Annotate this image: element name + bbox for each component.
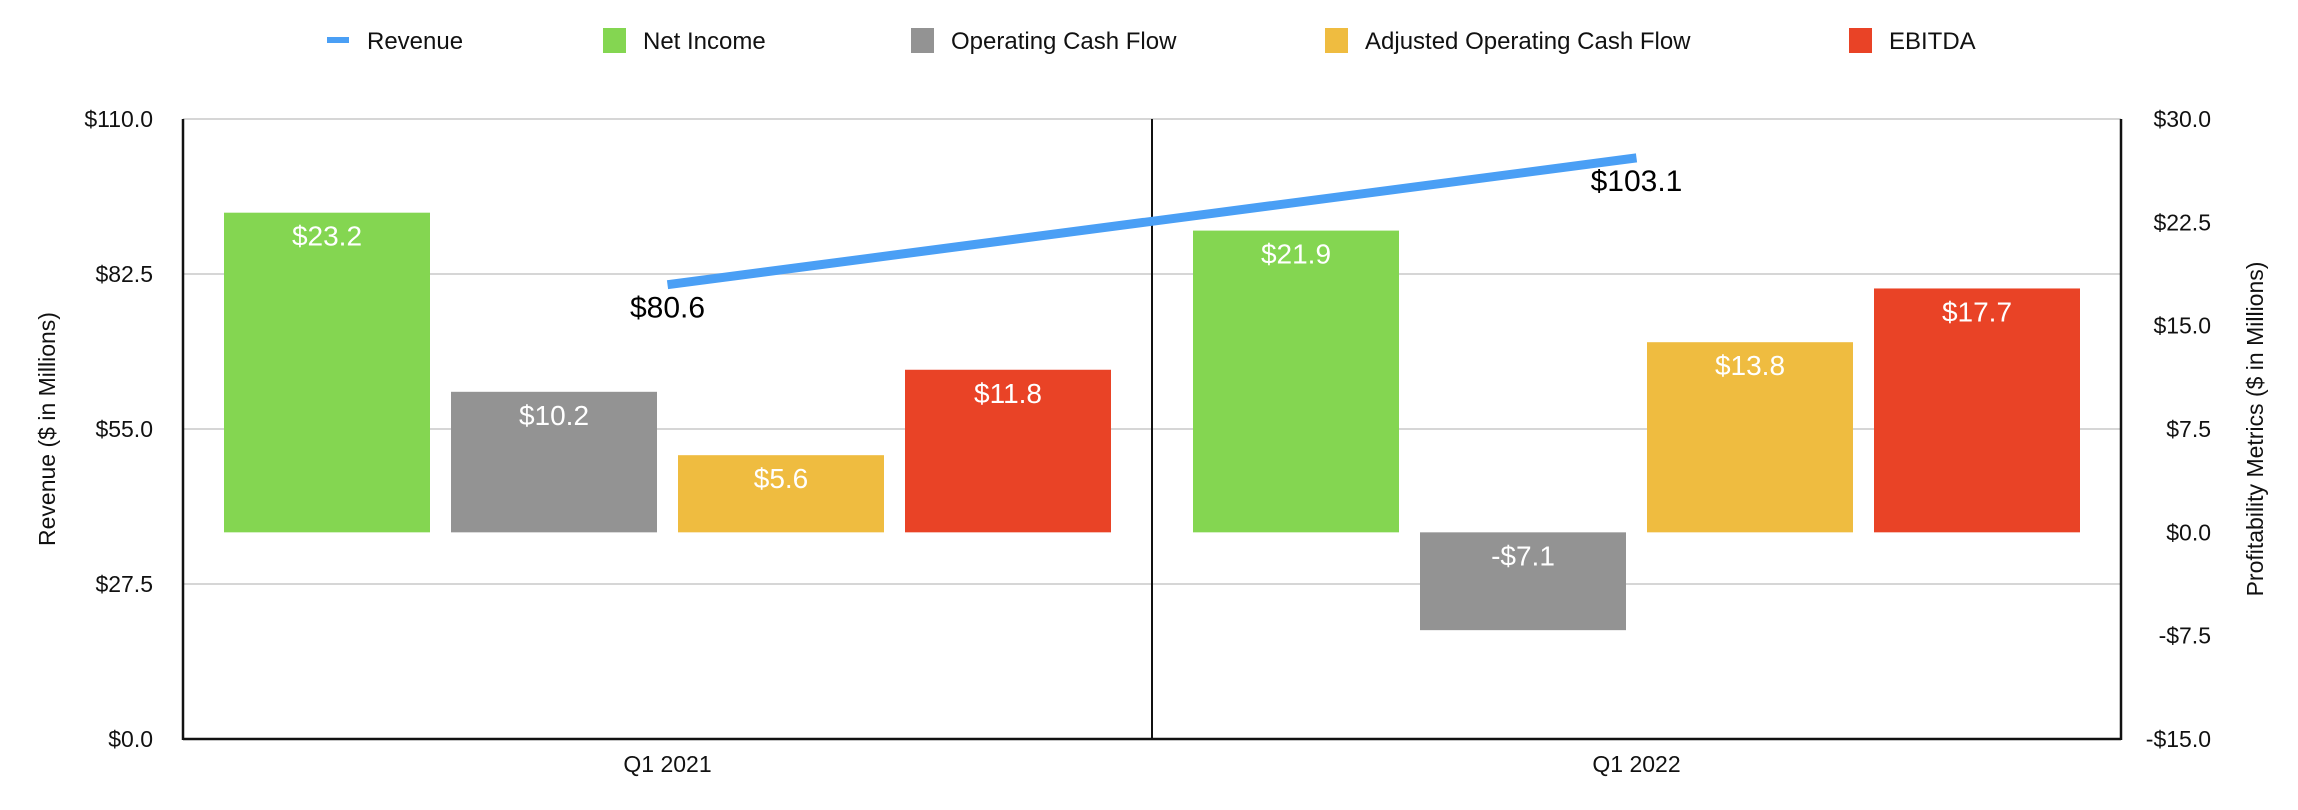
legend-swatch: [603, 28, 626, 53]
legend-label: Adjusted Operating Cash Flow: [1365, 28, 1691, 55]
bar-data-label: $21.9: [1261, 239, 1331, 270]
right-axis-title: Profitability Metrics ($ in Millions): [2242, 262, 2268, 597]
right-tick-label: $15.0: [2153, 313, 2211, 339]
legend-item-operating-cash-flow[interactable]: Operating Cash Flow: [911, 28, 1177, 55]
bar-data-label: $5.6: [754, 463, 809, 494]
bar-data-label: $11.8: [974, 378, 1042, 409]
right-tick-label: $22.5: [2153, 209, 2211, 235]
legend-label: Operating Cash Flow: [951, 28, 1177, 55]
right-tick-label: -$15.0: [2146, 726, 2211, 752]
bar-data-label: $13.8: [1715, 350, 1785, 381]
revenue-data-label: $103.1: [1591, 165, 1683, 198]
legend: Revenue Net Income Operating Cash Flow Adju…: [327, 28, 1976, 55]
left-tick-label: $110.0: [84, 106, 153, 132]
right-tick-label: $30.0: [2153, 106, 2211, 132]
legend-item-net-income[interactable]: Net Income: [603, 28, 766, 55]
legend-item-adjusted-operating-cash-flow[interactable]: Adjusted Operating Cash Flow: [1325, 28, 1691, 55]
right-tick-label: $7.5: [2166, 416, 2211, 442]
legend-swatch: [911, 28, 934, 53]
revenue-line-group: $80.6 $103.1: [630, 153, 1683, 325]
bar-net-income: [1193, 230, 1399, 533]
bar-data-label: $23.2: [292, 221, 362, 252]
legend-label: Net Income: [643, 28, 766, 55]
left-tick-label: $82.5: [95, 261, 153, 287]
bar-data-label: -$7.1: [1491, 540, 1555, 571]
legend-swatch: [1849, 28, 1872, 53]
left-tick-label: $55.0: [95, 416, 153, 442]
left-axis-title: Revenue ($ in Millions): [34, 312, 60, 546]
legend-line-swatch: [327, 37, 349, 43]
bar-data-label: $17.7: [1942, 296, 2012, 327]
legend-swatch: [1325, 28, 1348, 53]
left-tick-label: $0.0: [108, 726, 153, 752]
category-label: Q1 2022: [1592, 751, 1680, 777]
left-tick-label: $27.5: [95, 571, 153, 597]
legend-label: EBITDA: [1889, 28, 1976, 55]
right-tick-label: -$7.5: [2159, 623, 2211, 649]
bar-net-income: [224, 212, 430, 533]
bar-data-label: $10.2: [519, 400, 589, 431]
category-label: Q1 2021: [623, 751, 711, 777]
chart: Revenue Net Income Operating Cash Flow Adju…: [34, 28, 2268, 777]
legend-item-revenue[interactable]: Revenue: [327, 28, 463, 55]
legend-label: Revenue: [367, 28, 463, 55]
legend-item-ebitda[interactable]: EBITDA: [1849, 28, 1976, 55]
right-tick-label: $0.0: [2166, 519, 2211, 545]
revenue-data-label: $80.6: [630, 292, 705, 325]
